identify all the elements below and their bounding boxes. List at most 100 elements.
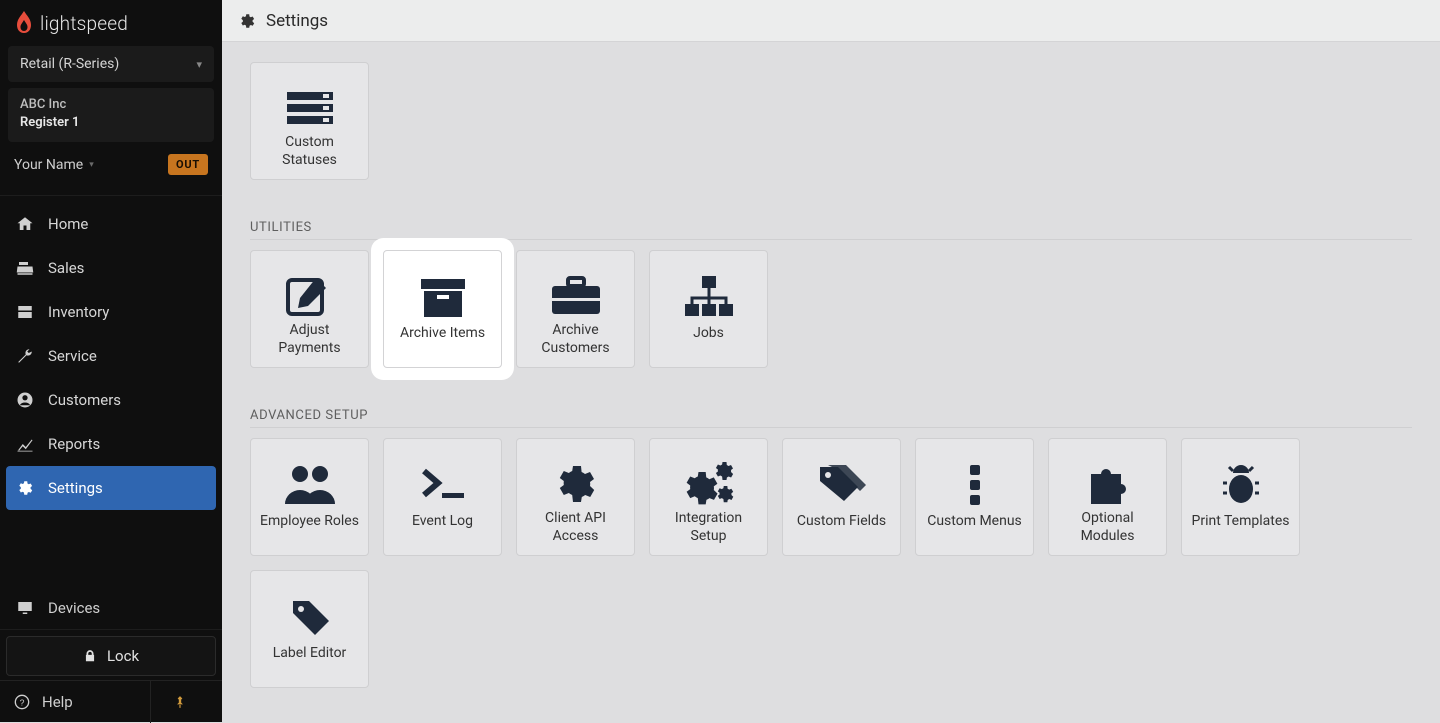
help-button[interactable]: ? Help	[14, 693, 73, 711]
main: Settings Custom Statuses UTILITIES Adjus…	[222, 0, 1440, 722]
bug-icon	[1221, 457, 1261, 513]
home-icon	[16, 215, 34, 233]
tile-custom-menus[interactable]: Custom Menus	[915, 438, 1034, 556]
pin-icon	[173, 694, 187, 710]
lock-button[interactable]: Lock	[6, 636, 216, 676]
nav-label: Customers	[48, 391, 121, 409]
tile-label: Custom Fields	[797, 513, 886, 531]
sitemap-icon	[682, 269, 736, 325]
list-icon	[285, 81, 335, 134]
topbar: Settings	[222, 0, 1440, 42]
user-menu[interactable]: Your Name ▾	[14, 157, 94, 173]
section-utilities-title: UTILITIES	[250, 220, 1412, 240]
tags-icon	[816, 457, 868, 513]
nav-label: Service	[48, 347, 97, 365]
tile-label: Integration Setup	[658, 510, 759, 545]
status-badge[interactable]: OUT	[168, 154, 208, 175]
lock-icon	[83, 648, 97, 664]
tile-archive-items[interactable]: Archive Items	[383, 250, 502, 368]
archive-box-icon	[419, 269, 467, 325]
user-circle-icon	[16, 391, 34, 409]
main-nav: Home Sales Inventory Service Customers R…	[0, 195, 222, 587]
tile-custom-fields[interactable]: Custom Fields	[782, 438, 901, 556]
nav-label: Sales	[48, 259, 84, 277]
user-row: Your Name ▾ OUT	[0, 142, 222, 189]
tile-optional-modules[interactable]: Optional Modules	[1048, 438, 1167, 556]
page-title: Settings	[266, 11, 328, 31]
nav-settings[interactable]: Settings	[6, 466, 216, 510]
tile-custom-statuses[interactable]: Custom Statuses	[250, 62, 369, 180]
tile-employee-roles[interactable]: Employee Roles	[250, 438, 369, 556]
register-name: Register 1	[20, 114, 202, 132]
tile-adjust-payments[interactable]: Adjust Payments	[250, 250, 369, 368]
monitor-icon	[16, 599, 34, 617]
tile-label: Optional Modules	[1057, 510, 1158, 545]
top-tiles: Custom Statuses	[250, 62, 1412, 180]
company-name: ABC Inc	[20, 96, 202, 114]
utilities-grid: Adjust Payments Archive Items Archive Cu…	[250, 250, 1412, 368]
help-label: Help	[42, 693, 73, 711]
advanced-grid: Employee Roles Event Log Client API Acce…	[250, 438, 1412, 688]
product-selector[interactable]: Retail (R-Series) ▾	[8, 46, 214, 82]
tile-label: Custom Statuses	[259, 134, 360, 169]
tile-label: Employee Roles	[260, 513, 359, 531]
pin-button[interactable]	[150, 681, 208, 723]
devices-label: Devices	[48, 599, 100, 617]
nav-label: Reports	[48, 435, 100, 453]
tile-print-templates[interactable]: Print Templates	[1181, 438, 1300, 556]
tile-label: Adjust Payments	[259, 322, 360, 357]
tile-integration-setup[interactable]: Integration Setup	[649, 438, 768, 556]
tile-label: Archive Customers	[525, 322, 626, 357]
nav-label: Inventory	[48, 303, 109, 321]
content: Custom Statuses UTILITIES Adjust Payment…	[222, 42, 1440, 712]
brand-text: lightspeed	[40, 12, 128, 35]
tile-jobs[interactable]: Jobs	[649, 250, 768, 368]
gear-icon	[238, 12, 256, 30]
tile-label: Label Editor	[273, 645, 347, 663]
sidebar-bottom: Devices Lock ? Help	[0, 587, 222, 722]
drawer-icon	[16, 303, 34, 321]
logo: lightspeed	[0, 0, 222, 46]
cash-register-icon	[16, 259, 34, 277]
gears-icon	[681, 457, 737, 510]
sidebar: lightspeed Retail (R-Series) ▾ ABC Inc R…	[0, 0, 222, 722]
nav-devices[interactable]: Devices	[0, 587, 222, 630]
help-row: ? Help	[0, 680, 222, 722]
help-circle-icon: ?	[14, 694, 30, 710]
tile-event-log[interactable]: Event Log	[383, 438, 502, 556]
chevron-down-icon: ▾	[89, 160, 94, 170]
puzzle-icon	[1085, 457, 1131, 510]
tile-label: Event Log	[412, 513, 473, 531]
tile-label: Print Templates	[1192, 513, 1290, 531]
chart-icon	[16, 435, 34, 453]
wrench-icon	[16, 347, 34, 365]
logo-flame-icon	[14, 11, 34, 35]
account-box[interactable]: ABC Inc Register 1	[8, 88, 214, 142]
tile-label: Custom Menus	[927, 513, 1022, 531]
tile-client-api-access[interactable]: Client API Access	[516, 438, 635, 556]
nav-service[interactable]: Service	[0, 334, 222, 378]
section-advanced-title: ADVANCED SETUP	[250, 408, 1412, 428]
briefcase-icon	[550, 269, 602, 322]
nav-customers[interactable]: Customers	[0, 378, 222, 422]
tile-label: Jobs	[693, 325, 724, 343]
nav-home[interactable]: Home	[0, 202, 222, 246]
edit-icon	[286, 269, 334, 322]
nav-reports[interactable]: Reports	[0, 422, 222, 466]
nav-inventory[interactable]: Inventory	[0, 290, 222, 334]
tile-archive-customers[interactable]: Archive Customers	[516, 250, 635, 368]
gear-icon	[16, 479, 34, 497]
user-name: Your Name	[14, 157, 83, 173]
gear-icon	[552, 457, 600, 510]
tag-icon	[287, 589, 333, 645]
lock-label: Lock	[107, 647, 139, 665]
nav-label: Home	[48, 215, 88, 233]
chevron-down-icon: ▾	[196, 58, 202, 71]
tile-label: Client API Access	[525, 510, 626, 545]
product-selector-label: Retail (R-Series)	[20, 56, 119, 72]
nav-sales[interactable]: Sales	[0, 246, 222, 290]
tile-label-editor[interactable]: Label Editor	[250, 570, 369, 688]
users-icon	[283, 457, 337, 513]
tile-label: Archive Items	[400, 325, 485, 343]
svg-text:?: ?	[20, 697, 25, 707]
